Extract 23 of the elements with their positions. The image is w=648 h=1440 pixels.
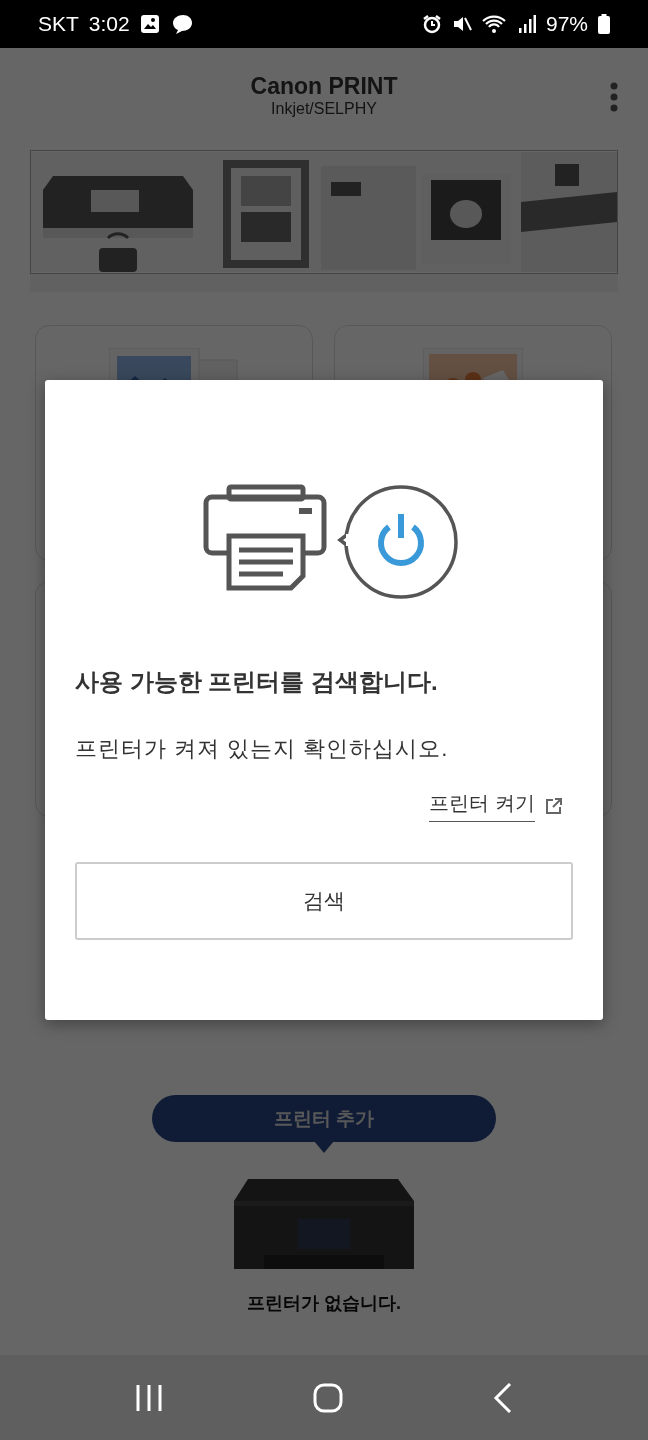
back-icon[interactable] [493,1382,513,1413]
turn-on-printer-link[interactable]: 프린터 켜기 [429,790,535,822]
mute-icon [451,14,472,34]
more-options-icon[interactable] [610,82,618,114]
app-title: Canon PRINT [250,72,398,100]
external-link-icon [545,797,563,815]
recent-apps-icon[interactable] [135,1383,163,1412]
battery-icon [598,14,610,34]
alarm-icon [421,14,442,34]
clock: 3:02 [88,12,130,36]
carrier: SKT [38,12,79,36]
image-icon [139,14,160,34]
wifi-icon [481,14,508,34]
dialog-heading: 사용 가능한 프린터를 검색합니다. [75,667,439,697]
search-button[interactable]: 검색 [75,862,573,940]
printer-power-icon [203,484,459,600]
battery-percent: 97% [545,12,588,36]
signal-icon [517,14,536,34]
home-icon[interactable] [313,1382,343,1413]
dialog-message: 프린터가 켜져 있는지 확인하십시오. [75,735,450,763]
pointer-icon [314,1141,334,1153]
no-printer-message: 프린터가 없습니다. [246,1292,402,1315]
app-subtitle: Inkjet/SELPHY [271,100,377,118]
